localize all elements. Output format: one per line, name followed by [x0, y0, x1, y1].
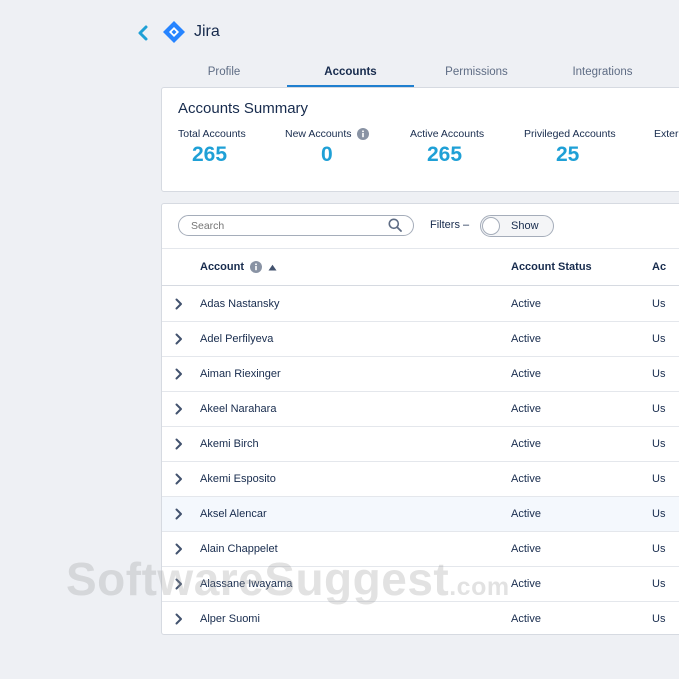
- cell-account-status: Active: [511, 578, 541, 590]
- cell-account[interactable]: Alper Suomi: [200, 613, 260, 625]
- tab-profile[interactable]: Profile: [162, 58, 286, 86]
- table-row[interactable]: Akeel Narahara Active Us: [162, 392, 679, 427]
- expand-chevron-icon[interactable]: [174, 473, 184, 485]
- cell-account[interactable]: Akeel Narahara: [200, 403, 276, 415]
- cell-account-type: Us: [652, 473, 666, 485]
- cell-account-status: Active: [511, 543, 541, 555]
- toggle-label: Show: [511, 220, 539, 232]
- stat-label: Total Accounts: [178, 128, 246, 140]
- cell-account[interactable]: Adas Nastansky: [200, 298, 279, 310]
- table-header: Account Account Status Ac: [162, 249, 679, 286]
- table-toolbar: Filters – Show: [162, 204, 679, 249]
- cell-account-status: Active: [511, 368, 541, 380]
- accounts-summary-card: Accounts Summary Total Accounts 265 New …: [161, 87, 679, 192]
- cell-account-type: Us: [652, 543, 666, 555]
- column-header-account[interactable]: Account: [200, 261, 277, 273]
- cell-account[interactable]: Aksel Alencar: [200, 508, 267, 520]
- cell-account-type: Us: [652, 333, 666, 345]
- cell-account[interactable]: Adel Perfilyeva: [200, 333, 273, 345]
- tab-accounts[interactable]: Accounts: [287, 58, 414, 88]
- cell-account-status: Active: [511, 403, 541, 415]
- stat-value: 25: [556, 143, 580, 166]
- toggle-knob[interactable]: [482, 217, 500, 235]
- stat-total-accounts: Total Accounts 265: [178, 128, 246, 167]
- cell-account-type: Us: [652, 368, 666, 380]
- cell-account-type: Us: [652, 438, 666, 450]
- stat-label: New Accounts: [285, 128, 369, 140]
- expand-chevron-icon[interactable]: [174, 613, 184, 625]
- summary-title: Accounts Summary: [178, 100, 309, 117]
- cell-account-type: Us: [652, 613, 666, 625]
- cell-account-type: Us: [652, 578, 666, 590]
- expand-chevron-icon[interactable]: [174, 333, 184, 345]
- stat-value: 0: [321, 143, 333, 166]
- cell-account-type: Us: [652, 298, 666, 310]
- tab-bar: Profile Accounts Permissions Integration…: [162, 58, 679, 88]
- watermark: SoftwareSuggest.com: [66, 553, 510, 605]
- column-header-account-type[interactable]: Ac: [652, 261, 666, 273]
- table-row[interactable]: Akemi Birch Active Us: [162, 427, 679, 462]
- stat-new-accounts: New Accounts 0: [285, 128, 369, 167]
- expand-chevron-icon[interactable]: [174, 368, 184, 380]
- stat-label: Privileged Accounts: [524, 128, 616, 140]
- expand-chevron-icon[interactable]: [174, 403, 184, 415]
- stat-external-accounts: Exter: [654, 128, 679, 140]
- cell-account-status: Active: [511, 473, 541, 485]
- column-header-account-status[interactable]: Account Status: [511, 261, 592, 273]
- tab-integrations[interactable]: Integrations: [539, 58, 666, 86]
- expand-chevron-icon[interactable]: [174, 298, 184, 310]
- tab-permissions[interactable]: Permissions: [414, 58, 539, 86]
- filters-label: Filters –: [430, 219, 470, 231]
- table-row[interactable]: Aksel Alencar Active Us: [162, 497, 679, 532]
- cell-account-status: Active: [511, 613, 541, 625]
- back-chevron-icon[interactable]: [135, 24, 151, 42]
- table-row[interactable]: Aiman Riexinger Active Us: [162, 357, 679, 392]
- jira-logo-icon: [163, 21, 185, 43]
- cell-account-type: Us: [652, 403, 666, 415]
- table-row[interactable]: Adel Perfilyeva Active Us: [162, 322, 679, 357]
- cell-account-status: Active: [511, 333, 541, 345]
- cell-account-status: Active: [511, 298, 541, 310]
- cell-account-status: Active: [511, 508, 541, 520]
- info-icon[interactable]: [356, 128, 369, 140]
- stat-privileged-accounts: Privileged Accounts 25: [524, 128, 616, 167]
- stat-label: Exter: [654, 128, 679, 140]
- table-row[interactable]: Alper Suomi Active Us: [162, 602, 679, 634]
- cell-account-status: Active: [511, 438, 541, 450]
- cell-account[interactable]: Akemi Birch: [200, 438, 259, 450]
- stat-label: Active Accounts: [410, 128, 485, 140]
- app-title: Jira: [194, 23, 220, 40]
- table-row[interactable]: Akemi Esposito Active Us: [162, 462, 679, 497]
- expand-chevron-icon[interactable]: [174, 508, 184, 520]
- info-icon[interactable]: [250, 261, 262, 273]
- cell-account-type: Us: [652, 508, 666, 520]
- search-icon[interactable]: [388, 218, 402, 232]
- cell-account[interactable]: Aiman Riexinger: [200, 368, 281, 380]
- filters-toggle[interactable]: Show: [480, 215, 554, 237]
- stat-active-accounts: Active Accounts 265: [410, 128, 484, 167]
- search-input[interactable]: [178, 215, 414, 236]
- sort-ascending-icon[interactable]: [268, 264, 277, 271]
- table-row[interactable]: Adas Nastansky Active Us: [162, 287, 679, 322]
- stat-value: 265: [192, 143, 228, 166]
- cell-account[interactable]: Akemi Esposito: [200, 473, 276, 485]
- expand-chevron-icon[interactable]: [174, 438, 184, 450]
- stat-value: 265: [427, 143, 463, 166]
